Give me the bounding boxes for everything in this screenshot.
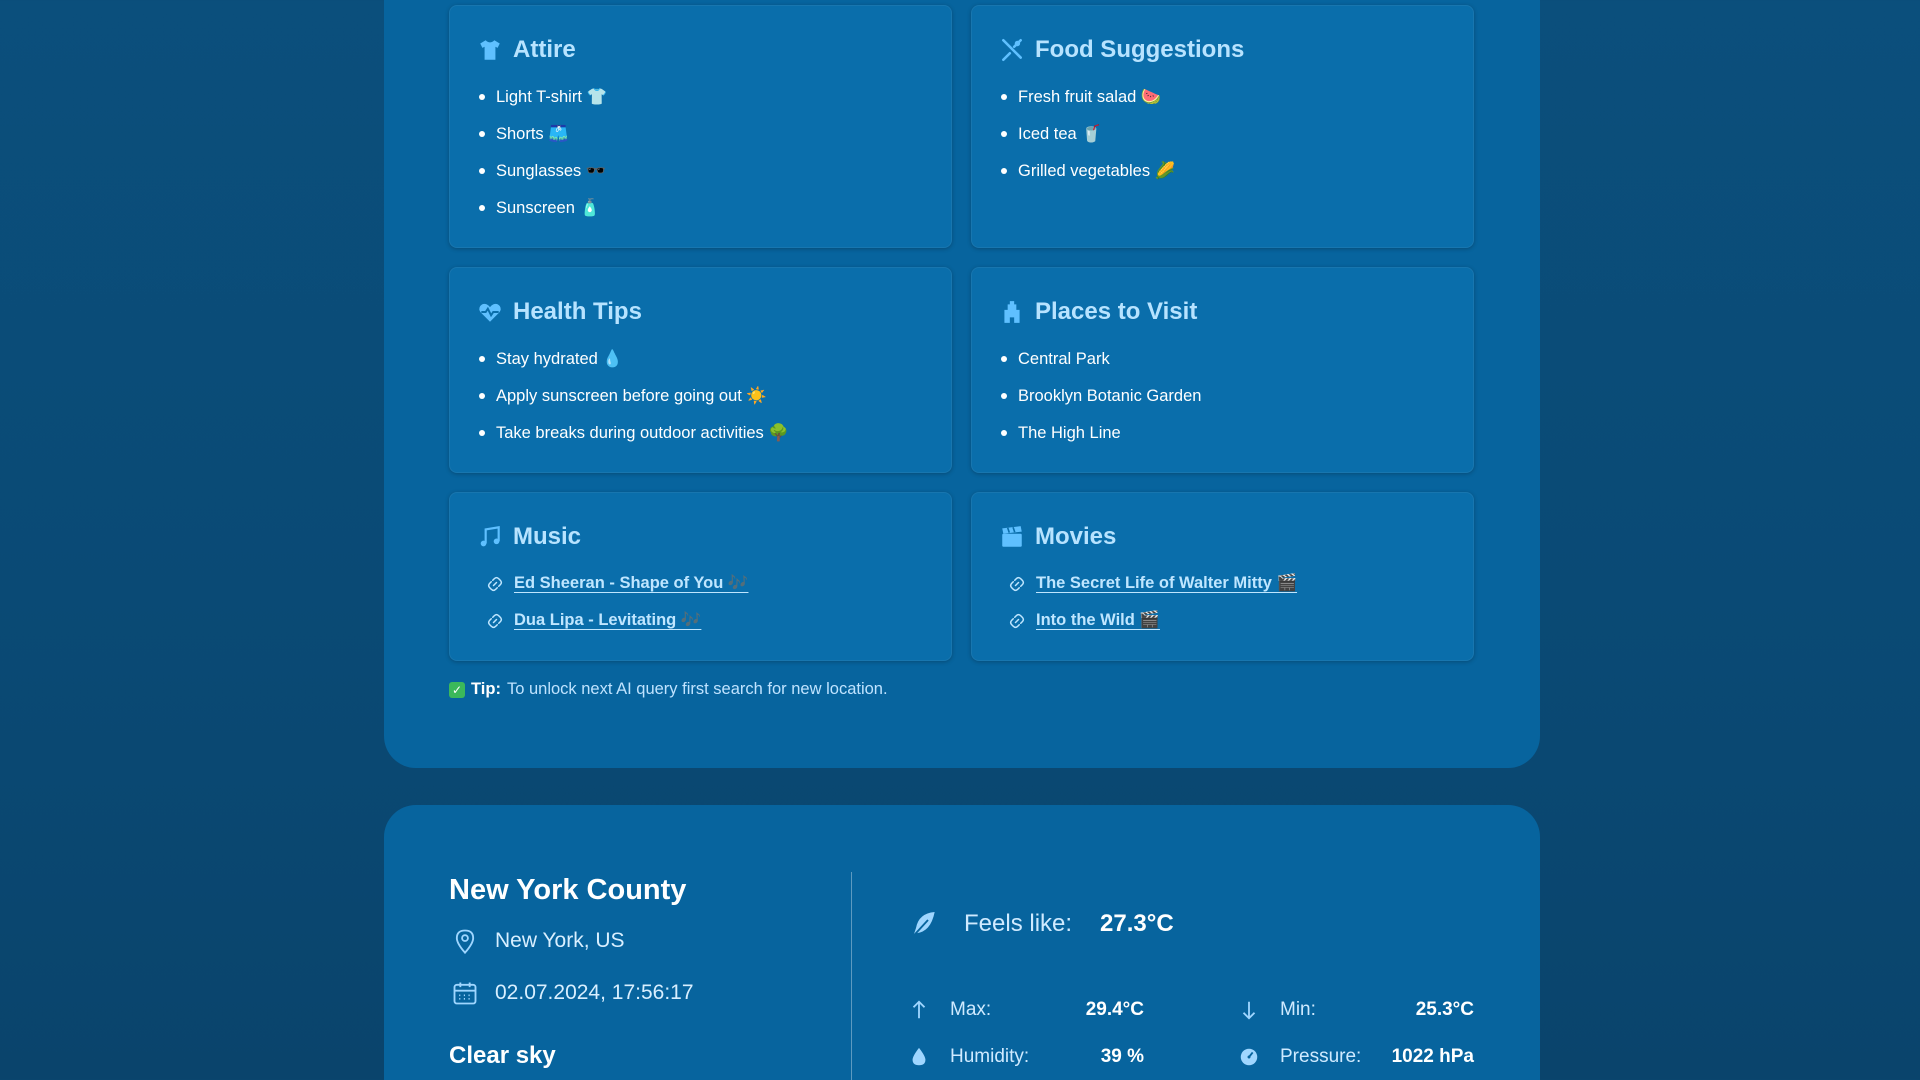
attire-card: Attire Light T-shirt 👕 Shorts 🩳 Sunglass…	[449, 5, 952, 248]
food-title: Food Suggestions	[1035, 36, 1245, 63]
link-icon	[1009, 613, 1025, 628]
pressure-value: 1022 hPa	[1391, 1046, 1474, 1067]
places-card: Places to Visit Central Park Brooklyn Bo…	[971, 267, 1474, 473]
max-temp-row: Max: 29.4°C	[908, 999, 1144, 1021]
weather-description: Clear sky	[449, 1042, 556, 1069]
heart-pulse-icon	[479, 303, 501, 322]
calendar-icon	[453, 982, 477, 1005]
clapperboard-icon	[1002, 526, 1022, 547]
movies-links: The Secret Life of Walter Mitty 🎬 Into t…	[1008, 565, 1297, 639]
pressure-label: Pressure:	[1280, 1046, 1362, 1067]
attire-list: Light T-shirt 👕 Shorts 🩳 Sunglasses 🕶️ S…	[479, 86, 607, 234]
tshirt-icon	[480, 40, 500, 60]
tip-line: ✓ Tip: To unlock next AI query first sea…	[449, 680, 888, 699]
feather-icon	[912, 912, 935, 937]
music-title: Music	[513, 523, 582, 550]
arrow-down-icon	[1242, 1001, 1256, 1020]
list-item: The High Line	[1001, 422, 1201, 459]
feels-like-row: Feels like: 27.3°C	[908, 908, 1174, 940]
health-card: Health Tips Stay hydrated 💧 Apply sunscr…	[449, 267, 952, 473]
landmark-icon	[1004, 301, 1020, 323]
food-card: Food Suggestions Fresh fruit salad 🍉 Ice…	[971, 5, 1474, 248]
list-item: Sunscreen 🧴	[479, 197, 607, 234]
list-item: Stay hydrated 💧	[479, 348, 789, 385]
min-label: Min:	[1280, 999, 1316, 1020]
list-item: Sunglasses 🕶️	[479, 160, 607, 197]
places-list: Central Park Brooklyn Botanic Garden The…	[1001, 348, 1201, 459]
arrow-up-icon	[912, 1000, 926, 1019]
min-value: 25.3°C	[1415, 999, 1474, 1020]
check-icon: ✓	[449, 681, 465, 698]
tip-label: Tip:	[471, 680, 501, 698]
link-row: Dua Lipa - Levitating 🎶	[486, 602, 748, 639]
humidity-label: Humidity:	[950, 1046, 1030, 1067]
attire-title: Attire	[513, 36, 576, 63]
droplet-icon	[912, 1047, 926, 1066]
city-title: New York County	[449, 874, 687, 906]
music-icon	[480, 525, 500, 547]
link-icon	[487, 576, 503, 591]
list-item: Iced tea 🥤	[1001, 123, 1175, 160]
feels-like-label: Feels like:	[964, 910, 1073, 937]
places-title: Places to Visit	[1035, 298, 1198, 325]
health-title: Health Tips	[513, 298, 642, 325]
link-icon	[487, 613, 503, 628]
tip-text: To unlock next AI query first search for…	[506, 680, 888, 698]
gauge-icon	[1240, 1048, 1258, 1066]
music-links: Ed Sheeran - Shape of You 🎶 Dua Lipa - L…	[486, 565, 748, 639]
movie-link-2[interactable]: Into the Wild 🎬	[1036, 611, 1160, 630]
max-value: 29.4°C	[1085, 999, 1144, 1020]
humidity-value: 39 %	[1100, 1046, 1144, 1067]
divider	[851, 872, 852, 1080]
list-item: Fresh fruit salad 🍉	[1001, 86, 1175, 123]
list-item: Take breaks during outdoor activities 🌳	[479, 422, 789, 459]
pressure-row: Pressure: 1022 hPa	[1238, 1046, 1474, 1068]
map-pin-icon	[455, 929, 475, 955]
list-item: Brooklyn Botanic Garden	[1001, 385, 1201, 422]
food-list: Fresh fruit salad 🍉 Iced tea 🥤 Grilled v…	[1001, 86, 1175, 197]
list-item: Central Park	[1001, 348, 1201, 385]
link-row: The Secret Life of Walter Mitty 🎬	[1008, 565, 1297, 602]
location-row: New York, US	[451, 927, 625, 955]
utensils-icon	[1002, 38, 1022, 62]
min-temp-row: Min: 25.3°C	[1238, 999, 1474, 1021]
link-icon	[1009, 576, 1025, 591]
music-link-2[interactable]: Dua Lipa - Levitating 🎶	[514, 611, 701, 630]
datetime-row: 02.07.2024, 17:56:17	[451, 979, 694, 1007]
datetime-text: 02.07.2024, 17:56:17	[495, 981, 694, 1004]
location-text: New York, US	[495, 929, 625, 952]
list-item: Apply sunscreen before going out ☀️	[479, 385, 789, 422]
movies-title: Movies	[1035, 523, 1117, 550]
music-link-1[interactable]: Ed Sheeran - Shape of You 🎶	[514, 574, 748, 593]
list-item: Grilled vegetables 🌽	[1001, 160, 1175, 197]
link-row: Ed Sheeran - Shape of You 🎶	[486, 565, 748, 602]
list-item: Shorts 🩳	[479, 123, 607, 160]
feels-like-value: 27.3°C	[1100, 910, 1174, 937]
movie-link-1[interactable]: The Secret Life of Walter Mitty 🎬	[1036, 574, 1297, 593]
link-row: Into the Wild 🎬	[1008, 602, 1297, 639]
list-item: Light T-shirt 👕	[479, 86, 607, 123]
health-list: Stay hydrated 💧 Apply sunscreen before g…	[479, 348, 789, 459]
humidity-row: Humidity: 39 %	[908, 1046, 1144, 1068]
max-label: Max:	[950, 999, 992, 1020]
